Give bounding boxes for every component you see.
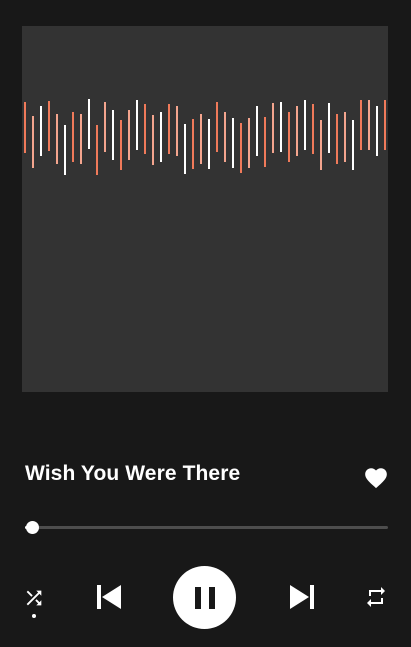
music-player: Wish You Were There [0, 0, 411, 647]
waveform-artwork [24, 99, 386, 175]
skip-next-icon [290, 585, 314, 609]
shuffle-button[interactable] [21, 585, 47, 611]
progress-bar[interactable] [25, 521, 388, 534]
repeat-icon [367, 587, 385, 607]
shuffle-icon [26, 590, 42, 606]
album-artwork [22, 26, 388, 392]
previous-button[interactable] [93, 582, 125, 612]
skip-previous-icon [97, 585, 121, 609]
pause-button[interactable] [173, 566, 236, 629]
like-button[interactable] [363, 465, 389, 491]
pause-icon [194, 586, 215, 609]
shuffle-active-indicator [32, 614, 36, 618]
repeat-button[interactable] [362, 584, 390, 610]
heart-icon [365, 468, 387, 489]
track-title: Wish You Were There [25, 462, 241, 485]
next-button[interactable] [286, 582, 318, 612]
progress-thumb[interactable] [26, 521, 39, 534]
